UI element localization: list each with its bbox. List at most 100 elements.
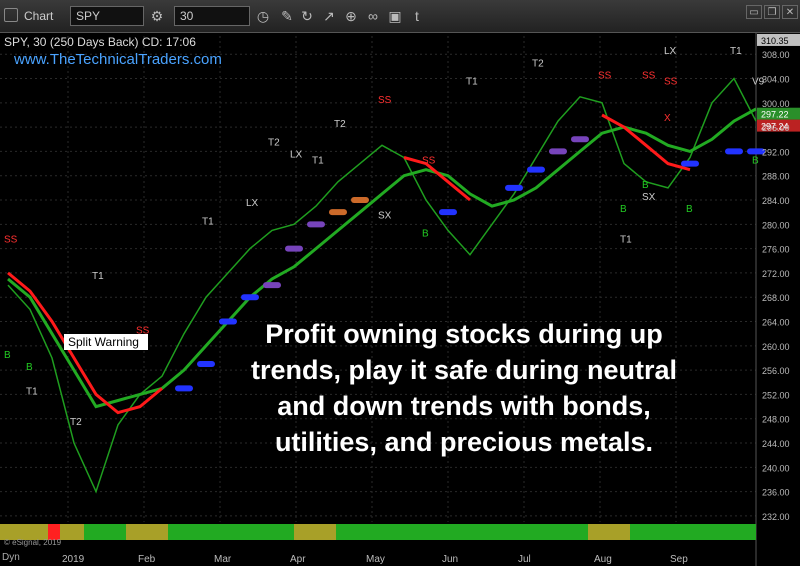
- trend-strip-segment: [630, 524, 672, 540]
- signal-band-dot: [241, 294, 259, 301]
- x-tick-label: 2019: [62, 554, 85, 565]
- signal-label: SS: [664, 77, 678, 88]
- twitter-icon[interactable]: t: [408, 7, 426, 25]
- y-tick-label: 272.00: [762, 269, 790, 279]
- signal-band-dot: [351, 197, 369, 204]
- y-tick-label: 256.00: [762, 366, 790, 376]
- price-badge-label: 297.24: [761, 122, 789, 132]
- signal-band-dot: [505, 184, 523, 191]
- split-warning-label: Split Warning: [68, 335, 139, 349]
- signal-label: T1: [202, 216, 214, 227]
- chart-menu-icon[interactable]: [4, 8, 18, 22]
- trend-strip-segment: [378, 524, 420, 540]
- signal-label: T1: [92, 271, 104, 282]
- overlay-line: trends, play it safe during neutral: [250, 355, 678, 385]
- interval-input[interactable]: [174, 6, 250, 26]
- x-tick-label: Jun: [442, 554, 458, 565]
- signal-band-dot: [175, 385, 193, 392]
- y-tick-label: 284.00: [762, 196, 790, 206]
- signal-label: SS: [642, 71, 656, 82]
- signal-label: T2: [70, 417, 82, 428]
- signal-label: SX: [642, 192, 656, 203]
- chart-title: Chart: [24, 9, 54, 23]
- y-tick-label: 244.00: [762, 439, 790, 449]
- trend-strip-segment: [462, 524, 504, 540]
- trend-strip-segment: [420, 524, 462, 540]
- close-icon[interactable]: ✕: [782, 5, 798, 19]
- y-tick-label: 236.00: [762, 488, 790, 498]
- y-tick-label: 288.00: [762, 172, 790, 182]
- signal-label: LX: [664, 46, 677, 57]
- signal-label: B: [422, 228, 429, 239]
- y-tick-label: 252.00: [762, 390, 790, 400]
- signal-label: B: [4, 350, 11, 361]
- trend-strip-segment: [168, 524, 210, 540]
- x-tick-label: Sep: [670, 554, 688, 565]
- compare-icon[interactable]: ↻: [298, 7, 316, 25]
- y-tick-label: 300.00: [762, 99, 790, 109]
- signal-band-dot: [527, 166, 545, 173]
- minimize-icon[interactable]: ▭: [746, 5, 762, 19]
- snapshot-icon[interactable]: ▣: [386, 7, 404, 25]
- grid: [0, 32, 757, 566]
- y-tick-label: 268.00: [762, 293, 790, 303]
- x-tick-label: May: [366, 554, 385, 565]
- signal-band-dot: [263, 282, 281, 289]
- clock-icon[interactable]: ◷: [254, 7, 272, 25]
- trend-strip-segment: [546, 524, 588, 540]
- draw-pencil-icon[interactable]: ✎: [278, 7, 296, 25]
- y-tick-label: 232.00: [762, 512, 790, 522]
- trend-strip-segment: [504, 524, 546, 540]
- y-tick-label: 280.00: [762, 220, 790, 230]
- signal-band-dot: [439, 209, 457, 216]
- trend-strip-segment: [84, 524, 126, 540]
- signal-band-dot: [329, 209, 347, 216]
- signal-label: B: [620, 204, 627, 215]
- copyright-label: © eSignal, 2019: [4, 538, 62, 547]
- x-tick-label: Apr: [290, 554, 306, 565]
- signal-label: LX: [290, 150, 303, 161]
- symbol-input[interactable]: [70, 6, 144, 26]
- overlay-message: Profit owning stocks during up trends, p…: [222, 316, 706, 460]
- y-tick-label: 304.00: [762, 75, 790, 85]
- restore-icon[interactable]: ❐: [764, 5, 780, 19]
- y-tick-label: 308.00: [762, 50, 790, 60]
- add-icon[interactable]: ⊕: [342, 7, 360, 25]
- signal-label: B: [686, 204, 693, 215]
- trend-strip-segment: [672, 524, 714, 540]
- overlay-line: and down trends with bonds,: [277, 391, 651, 421]
- trend-strip-segment: [252, 524, 294, 540]
- signal-label: SS: [378, 95, 392, 106]
- signal-label: T1: [312, 156, 324, 167]
- signal-label: B: [26, 362, 33, 373]
- dyn-label[interactable]: Dyn: [2, 552, 20, 563]
- settings-icon[interactable]: ⚙: [148, 7, 166, 25]
- price-badge-label: 297.22: [761, 110, 789, 120]
- signal-label: B: [642, 180, 649, 191]
- chart-labels: 232.00 236.00 240.00 244.00 248.00 252.00 256.…: [4, 36, 790, 565]
- signal-label: B: [752, 156, 759, 167]
- signal-label: T1: [620, 235, 632, 246]
- studies-icon[interactable]: ↗: [320, 7, 338, 25]
- signal-label: T2: [532, 58, 544, 69]
- signal-band-dot: [725, 148, 743, 155]
- y-tick-label: 260.00: [762, 342, 790, 352]
- overlay-line: utilities, and precious metals.: [274, 427, 654, 457]
- link-icon[interactable]: ∞: [364, 7, 382, 25]
- signal-band-dot: [307, 221, 325, 228]
- trend-strip-segment: [588, 524, 630, 540]
- signal-band-dot: [285, 245, 303, 252]
- signal-label: T1: [730, 46, 742, 57]
- x-tick-label: Jul: [518, 554, 531, 565]
- signal-label: LX: [246, 198, 259, 209]
- signal-band-dot: [197, 361, 215, 368]
- signal-band-dot: [549, 148, 567, 155]
- signal-label: T2: [268, 137, 280, 148]
- trend-strip-segment: [126, 524, 168, 540]
- signal-label: V9: [752, 77, 765, 88]
- signal-label: SS: [598, 71, 612, 82]
- y-tick-label: 248.00: [762, 415, 790, 425]
- signal-band-dot: [681, 160, 699, 167]
- signal-label: T2: [334, 119, 346, 130]
- price-chart[interactable]: 232.00 236.00 240.00 244.00 248.00 252.00 256.…: [0, 32, 800, 566]
